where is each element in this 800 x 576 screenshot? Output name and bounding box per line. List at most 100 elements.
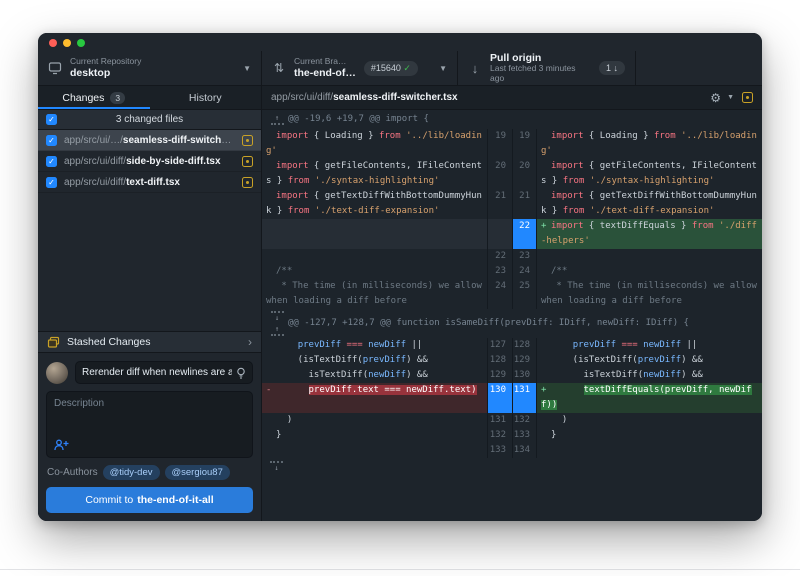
select-all-checkbox[interactable]: ✓ xyxy=(46,114,57,125)
old-line-number[interactable] xyxy=(487,219,512,249)
chevron-down-icon[interactable]: ▼ xyxy=(727,94,734,101)
new-line-number[interactable]: 25 xyxy=(512,279,537,309)
diff-old-content[interactable] xyxy=(262,249,487,264)
gear-icon[interactable]: ⚙ xyxy=(710,91,721,105)
diff-row[interactable]: prevDiff === newDiff ||127128 prevDiff =… xyxy=(262,338,762,353)
new-line-number[interactable]: 128 xyxy=(512,338,537,353)
new-line-number[interactable]: 132 xyxy=(512,413,537,428)
old-line-number[interactable]: 19 xyxy=(487,129,512,159)
old-line-number[interactable]: 128 xyxy=(487,353,512,368)
file-checkbox[interactable]: ✓ xyxy=(46,177,57,188)
diff-old-content[interactable] xyxy=(262,219,487,249)
diff-row[interactable]: )131132 ) xyxy=(262,413,762,428)
diff-row[interactable]: import { getFileContents, IFileContents … xyxy=(262,159,762,189)
diff-new-content[interactable]: + textDiffEquals(prevDiff, newDiff)) xyxy=(537,383,762,413)
new-line-number[interactable]: 134 xyxy=(512,443,537,458)
old-line-number[interactable]: 133 xyxy=(487,443,512,458)
add-coauthor-icon[interactable] xyxy=(54,439,245,451)
diff-old-content[interactable]: import { getFileContents, IFileContents … xyxy=(262,159,487,189)
expand-up-icon[interactable]: ↑ xyxy=(271,114,284,125)
file-row-text-diff[interactable]: ✓ app/src/ui/diff/text-diff.tsx xyxy=(38,172,261,193)
zoom-window-button[interactable] xyxy=(77,39,85,47)
summary-input[interactable]: Rerender diff when newlines are adde xyxy=(75,361,253,384)
old-line-number[interactable]: 22 xyxy=(487,249,512,264)
new-line-number[interactable]: 131 xyxy=(512,383,537,413)
diff-row[interactable]: (isTextDiff(prevDiff) &&128129 (isTextDi… xyxy=(262,353,762,368)
old-line-number[interactable]: 130 xyxy=(487,383,512,413)
pr-badge[interactable]: #15640 ✓ xyxy=(364,61,418,76)
tab-history[interactable]: History xyxy=(150,86,262,109)
new-line-number[interactable]: 23 xyxy=(512,249,537,264)
new-line-number[interactable]: 22 xyxy=(512,219,537,249)
expand-down-icon[interactable]: ↓ xyxy=(270,461,283,472)
diff-new-content[interactable]: prevDiff === newDiff || xyxy=(537,338,762,353)
description-input[interactable]: Description xyxy=(46,391,253,458)
diff-row[interactable]: /**2324/** xyxy=(262,264,762,279)
diff-old-content[interactable]: (isTextDiff(prevDiff) && xyxy=(262,353,487,368)
diff-old-content[interactable]: /** xyxy=(262,264,487,279)
file-row-side-by-side-diff[interactable]: ✓ app/src/ui/diff/side-by-side-diff.tsx xyxy=(38,151,261,172)
old-line-number[interactable]: 127 xyxy=(487,338,512,353)
new-line-number[interactable]: 133 xyxy=(512,428,537,443)
old-line-number[interactable]: 20 xyxy=(487,159,512,189)
diff-new-content[interactable]: /** xyxy=(537,264,762,279)
diff-new-content[interactable]: import { getFileContents, IFileContents … xyxy=(537,159,762,189)
new-line-number[interactable]: 129 xyxy=(512,353,537,368)
diff-row[interactable]: isTextDiff(newDiff) &&129130 isTextDiff(… xyxy=(262,368,762,383)
new-line-number[interactable]: 130 xyxy=(512,368,537,383)
diff-new-content[interactable]: } xyxy=(537,428,762,443)
diff-row[interactable]: 22+import { textDiffEquals } from './dif… xyxy=(262,219,762,249)
diff-old-content[interactable]: } xyxy=(262,428,487,443)
close-window-button[interactable] xyxy=(49,39,57,47)
expand-up-icon[interactable]: ↑ xyxy=(271,325,284,336)
stashed-changes-button[interactable]: Stashed Changes › xyxy=(38,331,261,353)
coauthor-pill[interactable]: @sergiou87 xyxy=(165,465,230,480)
pull-origin-button[interactable]: ↓ Pull origin Last fetched 3 minutes ago… xyxy=(458,51,636,85)
diff-row[interactable]: 2223 xyxy=(262,249,762,264)
new-line-number[interactable]: 19 xyxy=(512,129,537,159)
diff-new-content[interactable]: isTextDiff(newDiff) && xyxy=(537,368,762,383)
diff-old-content[interactable]: import { Loading } from '../lib/loading' xyxy=(262,129,487,159)
diff-old-content[interactable]: isTextDiff(newDiff) && xyxy=(262,368,487,383)
diff-new-content[interactable] xyxy=(537,443,762,458)
old-line-number[interactable]: 24 xyxy=(487,279,512,309)
old-line-number[interactable]: 23 xyxy=(487,264,512,279)
diff-new-content[interactable]: +import { textDiffEquals } from './diff-… xyxy=(537,219,762,249)
diff-new-content[interactable] xyxy=(537,249,762,264)
diff-row[interactable]: import { getTextDiffWithBottomDummyHunk … xyxy=(262,189,762,219)
diff-old-content[interactable]: - prevDiff.text === newDiff.text) xyxy=(262,383,487,413)
diff-row[interactable]: - prevDiff.text === newDiff.text)130131+… xyxy=(262,383,762,413)
diff-new-content[interactable]: ) xyxy=(537,413,762,428)
diff-new-content[interactable]: * The time (in milliseconds) we allow wh… xyxy=(537,279,762,309)
diff-row[interactable]: * The time (in milliseconds) we allow wh… xyxy=(262,279,762,309)
commit-button[interactable]: Commit to the-end-of-it-all xyxy=(46,487,253,513)
diff-old-content[interactable]: * The time (in milliseconds) we allow wh… xyxy=(262,279,487,309)
diff-new-content[interactable]: (isTextDiff(prevDiff) && xyxy=(537,353,762,368)
old-line-number[interactable]: 21 xyxy=(487,189,512,219)
lightbulb-icon[interactable] xyxy=(236,367,246,379)
new-line-number[interactable]: 20 xyxy=(512,159,537,189)
file-checkbox[interactable]: ✓ xyxy=(46,135,57,146)
expand-down-icon[interactable]: ↓ xyxy=(271,311,284,322)
new-line-number[interactable]: 24 xyxy=(512,264,537,279)
branch-switcher[interactable]: ⇅ Current Bra… the-end-of… #15640 ✓ ▼ xyxy=(262,51,458,85)
diff-row[interactable]: 133134 xyxy=(262,443,762,458)
diff-old-content[interactable] xyxy=(262,443,487,458)
tab-changes[interactable]: Changes 3 xyxy=(38,86,150,109)
diff-new-content[interactable]: import { Loading } from '../lib/loading' xyxy=(537,129,762,159)
repository-switcher[interactable]: Current Repository desktop ▼ xyxy=(38,51,262,85)
old-line-number[interactable]: 131 xyxy=(487,413,512,428)
diff-old-content[interactable]: ) xyxy=(262,413,487,428)
diff-old-content[interactable]: import { getTextDiffWithBottomDummyHunk … xyxy=(262,189,487,219)
new-line-number[interactable]: 21 xyxy=(512,189,537,219)
minimize-window-button[interactable] xyxy=(63,39,71,47)
old-line-number[interactable]: 129 xyxy=(487,368,512,383)
old-line-number[interactable]: 132 xyxy=(487,428,512,443)
diff-new-content[interactable]: import { getTextDiffWithBottomDummyHunk … xyxy=(537,189,762,219)
diff-row[interactable]: }132133} xyxy=(262,428,762,443)
file-row-seamless-diff-switcher[interactable]: ✓ app/src/ui/…/seamless-diff-switcher.ts… xyxy=(38,130,261,151)
diff-row[interactable]: import { Loading } from '../lib/loading'… xyxy=(262,129,762,159)
diff-old-content[interactable]: prevDiff === newDiff || xyxy=(262,338,487,353)
coauthor-pill[interactable]: @tidy-dev xyxy=(103,465,160,480)
file-checkbox[interactable]: ✓ xyxy=(46,156,57,167)
